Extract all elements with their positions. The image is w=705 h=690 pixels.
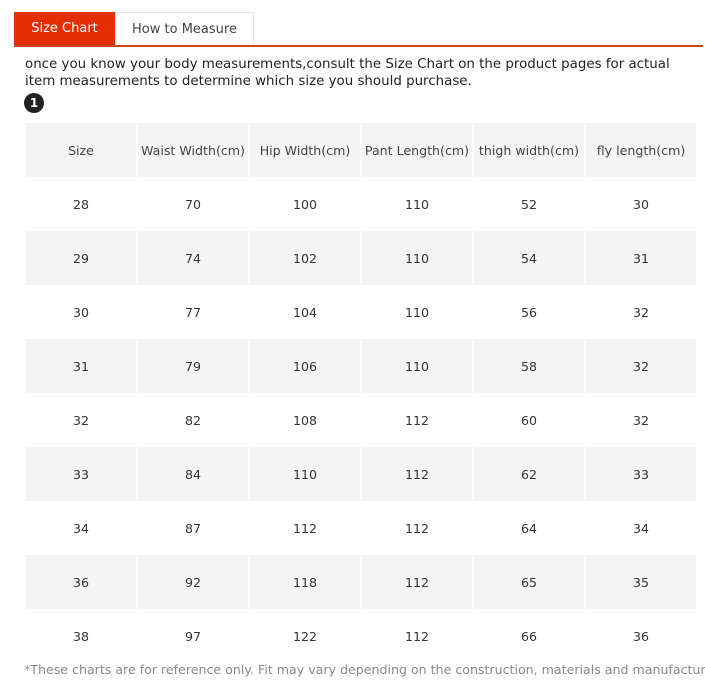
cell-fly-length: 30 xyxy=(586,177,696,231)
cell-waist-width: 70 xyxy=(138,177,248,231)
cell-size: 33 xyxy=(26,447,136,501)
cell-fly-length: 32 xyxy=(586,393,696,447)
cell-thigh-width: 62 xyxy=(474,447,584,501)
cell-pant-length: 110 xyxy=(362,177,472,231)
cell-waist-width: 92 xyxy=(138,555,248,609)
cell-pant-length: 112 xyxy=(362,393,472,447)
table-row: 33 84 110 112 62 33 xyxy=(26,447,696,501)
tab-how-to-measure[interactable]: How to Measure xyxy=(115,12,254,46)
cell-thigh-width: 65 xyxy=(474,555,584,609)
cell-pant-length: 112 xyxy=(362,501,472,555)
cell-thigh-width: 56 xyxy=(474,285,584,339)
header-fly-length: fly length(cm) xyxy=(586,123,696,177)
header-size: Size xyxy=(26,123,136,177)
cell-size: 32 xyxy=(26,393,136,447)
cell-waist-width: 84 xyxy=(138,447,248,501)
header-waist-width: Waist Width(cm) xyxy=(138,123,248,177)
cell-hip-width: 100 xyxy=(250,177,360,231)
cell-size: 30 xyxy=(26,285,136,339)
cell-size: 29 xyxy=(26,231,136,285)
footer-disclaimer: *These charts are for reference only. Fi… xyxy=(24,662,705,677)
cell-pant-length: 110 xyxy=(362,339,472,393)
cell-fly-length: 32 xyxy=(586,285,696,339)
cell-hip-width: 106 xyxy=(250,339,360,393)
size-chart-table: Size Waist Width(cm) Hip Width(cm) Pant … xyxy=(24,123,698,663)
cell-hip-width: 102 xyxy=(250,231,360,285)
cell-pant-length: 110 xyxy=(362,285,472,339)
cell-thigh-width: 64 xyxy=(474,501,584,555)
cell-hip-width: 112 xyxy=(250,501,360,555)
cell-size: 38 xyxy=(26,609,136,663)
table-body: 28 70 100 110 52 30 29 74 102 110 54 31 30 77 104 110 56… xyxy=(26,177,696,663)
cell-size: 34 xyxy=(26,501,136,555)
cell-hip-width: 122 xyxy=(250,609,360,663)
cell-waist-width: 87 xyxy=(138,501,248,555)
cell-thigh-width: 54 xyxy=(474,231,584,285)
cell-pant-length: 110 xyxy=(362,231,472,285)
table-row: 28 70 100 110 52 30 xyxy=(26,177,696,231)
tab-size-chart[interactable]: Size Chart xyxy=(14,12,115,46)
cell-thigh-width: 52 xyxy=(474,177,584,231)
cell-size: 28 xyxy=(26,177,136,231)
cell-thigh-width: 58 xyxy=(474,339,584,393)
cell-waist-width: 77 xyxy=(138,285,248,339)
cell-waist-width: 74 xyxy=(138,231,248,285)
cell-pant-length: 112 xyxy=(362,555,472,609)
cell-hip-width: 110 xyxy=(250,447,360,501)
table-row: 38 97 122 112 66 36 xyxy=(26,609,696,663)
step-number-badge: 1 xyxy=(24,93,44,113)
cell-waist-width: 97 xyxy=(138,609,248,663)
header-thigh-width: thigh width(cm) xyxy=(474,123,584,177)
cell-size: 36 xyxy=(26,555,136,609)
cell-size: 31 xyxy=(26,339,136,393)
cell-thigh-width: 66 xyxy=(474,609,584,663)
table-row: 36 92 118 112 65 35 xyxy=(26,555,696,609)
cell-pant-length: 112 xyxy=(362,447,472,501)
cell-hip-width: 118 xyxy=(250,555,360,609)
table-row: 32 82 108 112 60 32 xyxy=(26,393,696,447)
table-row: 34 87 112 112 64 34 xyxy=(26,501,696,555)
cell-hip-width: 108 xyxy=(250,393,360,447)
intro-text: once you know your body measurements,con… xyxy=(25,57,670,89)
table-row: 29 74 102 110 54 31 xyxy=(26,231,696,285)
table-header-row: Size Waist Width(cm) Hip Width(cm) Pant … xyxy=(26,123,696,177)
header-pant-length: Pant Length(cm) xyxy=(362,123,472,177)
cell-fly-length: 33 xyxy=(586,447,696,501)
cell-fly-length: 34 xyxy=(586,501,696,555)
cell-fly-length: 36 xyxy=(586,609,696,663)
cell-fly-length: 32 xyxy=(586,339,696,393)
header-hip-width: Hip Width(cm) xyxy=(250,123,360,177)
cell-fly-length: 31 xyxy=(586,231,696,285)
table-row: 31 79 106 110 58 32 xyxy=(26,339,696,393)
table-row: 30 77 104 110 56 32 xyxy=(26,285,696,339)
cell-thigh-width: 60 xyxy=(474,393,584,447)
cell-pant-length: 112 xyxy=(362,609,472,663)
cell-hip-width: 104 xyxy=(250,285,360,339)
cell-waist-width: 79 xyxy=(138,339,248,393)
tab-bar: Size Chart How to Measure xyxy=(14,12,254,46)
tab-underline-divider xyxy=(14,45,703,47)
cell-fly-length: 35 xyxy=(586,555,696,609)
cell-waist-width: 82 xyxy=(138,393,248,447)
